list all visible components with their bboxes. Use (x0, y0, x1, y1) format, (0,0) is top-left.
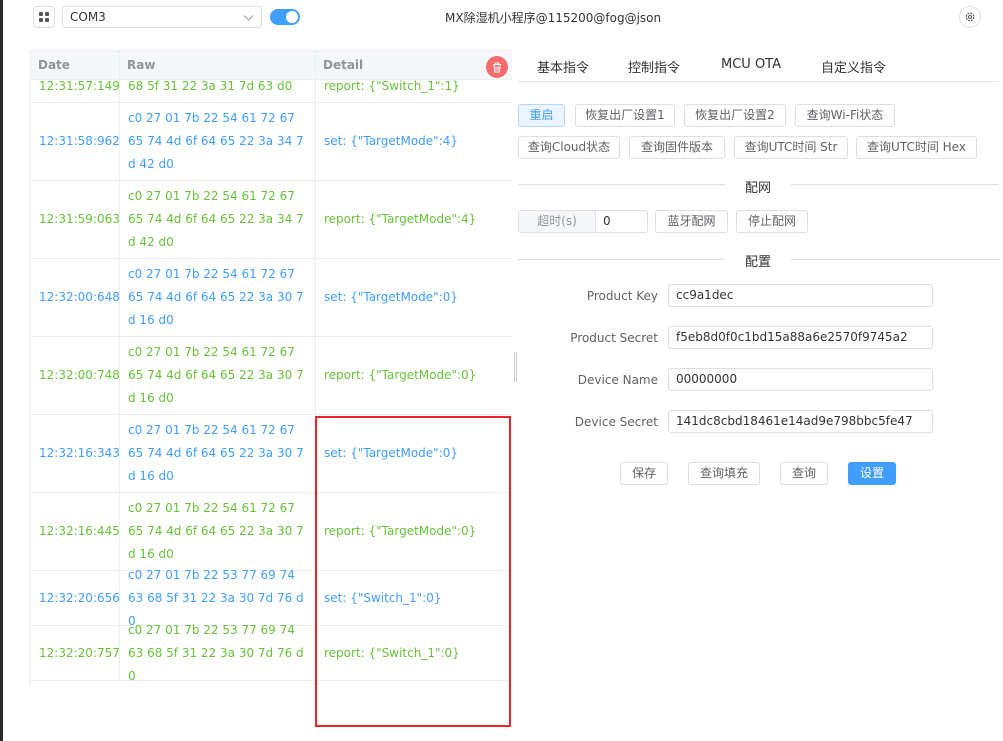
save-button[interactable]: 保存 (620, 462, 668, 485)
log-row[interactable]: 12:31:58:962 c0 27 01 7b 22 54 61 72 67 6… (31, 103, 512, 181)
tab-control-commands[interactable]: 控制指令 (628, 57, 680, 76)
column-header-date: Date (31, 51, 120, 80)
device-secret-input[interactable]: 141dc8cbd18461e14ad9e798bbc5fe47 (668, 410, 933, 433)
grid-icon (39, 12, 49, 22)
log-cell-date: 12:31:58:962 (31, 103, 120, 180)
device-name-input[interactable]: 00000000 (668, 368, 933, 391)
command-panel: 基本指令 控制指令 MCU OTA 自定义指令 重启 恢复出厂设置1 恢复出厂设… (518, 48, 999, 485)
column-header-detail: Detail (316, 51, 512, 80)
clear-log-button[interactable] (486, 56, 508, 78)
log-cell-raw: c0 27 01 7b 22 54 61 72 67 65 74 4d 6f 6… (120, 259, 316, 336)
config-section-title: 配置 (724, 251, 792, 270)
log-table-header: Date Raw Detail (31, 50, 512, 80)
log-cell-raw: c0 27 01 7b 22 53 77 69 74 63 68 5f 31 2… (120, 568, 316, 628)
product-key-label: Product Key (586, 289, 658, 303)
query-firmware-version-button[interactable]: 查询固件版本 (629, 136, 725, 159)
highlight-annotation-box (315, 416, 511, 727)
query-utc-str-button[interactable]: 查询UTC时间 Str (734, 136, 848, 159)
tab-basic-commands[interactable]: 基本指令 (537, 57, 589, 76)
command-tabs: 基本指令 控制指令 MCU OTA 自定义指令 (518, 48, 999, 82)
log-cell-date: 12:32:20:757 (31, 626, 120, 680)
log-row[interactable]: 12:32:00:648 c0 27 01 7b 22 54 61 72 67 6… (31, 259, 512, 337)
split-pane-handle[interactable] (514, 352, 517, 382)
app-title: MX除湿机小程序@115200@fog@json (445, 11, 662, 25)
product-secret-label: Product Secret (570, 331, 658, 345)
chevron-down-icon (243, 15, 254, 21)
tab-mcu-ota[interactable]: MCU OTA (721, 57, 781, 72)
log-cell-raw: c0 27 01 7b 22 54 61 72 67 65 74 4d 6f 6… (120, 415, 316, 492)
timeout-label: 超时(s) (519, 211, 596, 232)
device-secret-label: Device Secret (574, 415, 658, 429)
log-cell-raw: c0 27 01 7b 22 54 61 72 67 65 74 4d 6f 6… (120, 337, 316, 414)
log-cell-detail: set: {"TargetMode":4} (324, 134, 459, 148)
query-fill-button[interactable]: 查询填充 (688, 462, 760, 485)
factory-reset-2-button[interactable]: 恢复出厂设置2 (684, 104, 786, 127)
log-cell-date: 12:31:59:063 (31, 181, 120, 258)
port-select-value: COM3 (70, 10, 106, 24)
product-key-input[interactable]: cc9a1dec (668, 284, 933, 307)
log-cell-detail: set: {"TargetMode":0} (324, 290, 459, 304)
query-button[interactable]: 查询 (780, 462, 828, 485)
column-header-raw: Raw (120, 51, 316, 80)
product-secret-input[interactable]: f5eb8d0f0c1bd15a88a6e2570f9745a2 (668, 326, 933, 349)
device-name-label: Device Name (577, 373, 658, 387)
stop-provision-button[interactable]: 停止配网 (736, 210, 808, 233)
tab-custom-commands[interactable]: 自定义指令 (821, 57, 886, 76)
log-cell-date: 12:32:16:343 (31, 415, 120, 492)
log-row[interactable]: 12:32:00:748 c0 27 01 7b 22 54 61 72 67 6… (31, 337, 512, 415)
window-edge (0, 0, 3, 741)
port-select[interactable]: COM3 (62, 6, 262, 28)
settings-button[interactable] (959, 6, 981, 28)
trash-icon (493, 62, 501, 72)
log-cell-raw: c0 27 01 7b 22 54 61 72 67 65 74 4d 6f 6… (120, 493, 316, 570)
log-cell-date: 12:32:16:445 (31, 493, 120, 570)
factory-reset-1-button[interactable]: 恢复出厂设置1 (575, 104, 675, 127)
timeout-input-group[interactable]: 超时(s) 0 (518, 210, 648, 233)
connection-toggle[interactable] (270, 9, 300, 25)
log-cell-detail: report: {"TargetMode":4} (324, 212, 477, 226)
log-cell-detail: report: {"TargetMode":0} (324, 368, 477, 382)
set-button[interactable]: 设置 (848, 462, 896, 485)
network-section-title: 配网 (724, 177, 792, 196)
column-header-detail-label: Detail (323, 58, 364, 72)
query-cloud-status-button[interactable]: 查询Cloud状态 (518, 136, 620, 159)
log-row[interactable]: 12:31:59:063 c0 27 01 7b 22 54 61 72 67 6… (31, 181, 512, 259)
menu-button[interactable] (33, 6, 55, 28)
gear-icon (965, 12, 975, 22)
log-cell-date: 12:32:00:648 (31, 259, 120, 336)
log-cell-raw: c0 27 01 7b 22 53 77 69 74 63 68 5f 31 2… (120, 623, 316, 683)
bluetooth-provision-button[interactable]: 蓝牙配网 (655, 210, 728, 233)
reboot-button[interactable]: 重启 (518, 104, 565, 127)
query-utc-hex-button[interactable]: 查询UTC时间 Hex (856, 136, 977, 159)
timeout-input[interactable]: 0 (603, 211, 611, 232)
log-cell-raw: c0 27 01 7b 22 54 61 72 67 65 74 4d 6f 6… (120, 103, 316, 180)
app-window: COM3 MX除湿机小程序@115200@fog@json 12:31:57:1… (0, 0, 1003, 741)
log-cell-date: 12:32:20:656 (31, 571, 120, 625)
top-bar: COM3 MX除湿机小程序@115200@fog@json (3, 0, 1003, 34)
log-cell-raw: c0 27 01 7b 22 54 61 72 67 65 74 4d 6f 6… (120, 181, 316, 258)
query-wifi-status-button[interactable]: 查询Wi-Fi状态 (795, 104, 895, 127)
log-cell-date: 12:32:00:748 (31, 337, 120, 414)
